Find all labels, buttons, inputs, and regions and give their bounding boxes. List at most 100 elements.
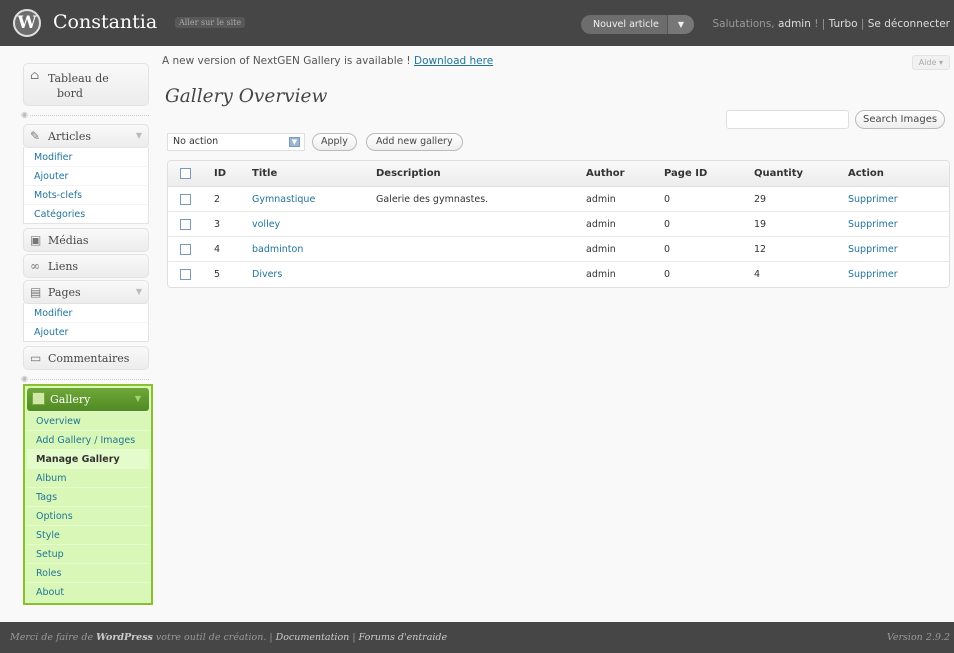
add-new-gallery-button[interactable]: Add new gallery: [366, 133, 463, 151]
forums-link[interactable]: Forums d'entraide: [359, 632, 448, 643]
submenu-item-modifier[interactable]: Modifier: [24, 303, 148, 322]
delete-link[interactable]: Supprimer: [848, 194, 898, 205]
sidebar-item-pages[interactable]: ▤ Pages ▼: [23, 280, 149, 304]
search-input[interactable]: [726, 110, 849, 129]
new-post-button[interactable]: Nouvel article ▼: [581, 15, 695, 34]
cell-title: badminton: [252, 237, 376, 261]
chevron-down-icon[interactable]: ▼: [136, 131, 142, 140]
separator-handle-icon: ◉: [21, 110, 30, 119]
new-post-dropdown-icon[interactable]: ▼: [666, 15, 695, 34]
table-row: 3 volley admin 0 19 Supprimer: [168, 212, 949, 237]
submenu-item-album[interactable]: Album: [27, 468, 149, 487]
page-title: Gallery Overview: [165, 86, 328, 107]
submenu-item-mots-clefs[interactable]: Mots-clefs: [24, 185, 148, 204]
gallery-icon: [32, 392, 45, 405]
articles-submenu: Modifier Ajouter Mots-clefs Catégories: [23, 147, 149, 224]
sidebar-item-label: Pages: [48, 286, 81, 299]
search-images-button[interactable]: Search Images: [855, 110, 946, 129]
row-checkbox-cell: [168, 237, 214, 261]
visit-site-button[interactable]: Aller sur le site: [175, 17, 246, 28]
submenu-item-add-gallery[interactable]: Add Gallery / Images: [27, 430, 149, 449]
sidebar-item-gallery: Gallery ▼ Overview Add Gallery / Images …: [23, 384, 153, 605]
submenu-item-roles[interactable]: Roles: [27, 563, 149, 582]
chevron-down-icon[interactable]: ▼: [136, 287, 142, 296]
gallery-title-link[interactable]: Gymnastique: [252, 194, 315, 205]
gallery-menu-header[interactable]: Gallery ▼: [27, 388, 149, 411]
row-checkbox-cell: [168, 262, 214, 287]
pages-icon: ▤: [30, 285, 42, 299]
admin-header: W Constantia Aller sur le site Nouvel ar…: [0, 0, 954, 46]
submenu-item-style[interactable]: Style: [27, 525, 149, 544]
sidebar-item-medias[interactable]: ▣ Médias: [23, 228, 149, 252]
submenu-item-categories[interactable]: Catégories: [24, 204, 148, 223]
row-checkbox-cell: [168, 187, 214, 211]
update-notice: A new version of NextGEN Gallery is avai…: [162, 55, 493, 67]
footer-thanks-suffix: votre outil de création. |: [152, 632, 276, 643]
submenu-item-setup[interactable]: Setup: [27, 544, 149, 563]
delete-link[interactable]: Supprimer: [848, 219, 898, 230]
table-row: 4 badminton admin 0 12 Supprimer: [168, 237, 949, 262]
sidebar-item-label: Commentaires: [48, 352, 130, 365]
sidebar-item-commentaires[interactable]: ▭ Commentaires: [23, 346, 149, 370]
select-all-checkbox[interactable]: [180, 167, 191, 179]
column-id[interactable]: ID: [214, 161, 252, 186]
cell-description: [376, 212, 586, 236]
greeting-prefix: Salutations,: [712, 18, 778, 30]
submenu-item-ajouter[interactable]: Ajouter: [24, 322, 148, 341]
row-checkbox[interactable]: [180, 269, 191, 280]
column-author[interactable]: Author: [586, 161, 664, 186]
cell-quantity: 29: [754, 194, 767, 205]
row-checkbox[interactable]: [180, 219, 191, 230]
submenu-item-manage-gallery[interactable]: Manage Gallery: [27, 449, 149, 468]
row-checkbox[interactable]: [180, 244, 191, 255]
documentation-link[interactable]: Documentation: [276, 632, 350, 643]
sidebar-item-dashboard[interactable]: ⌂ Tableau de bord: [23, 63, 149, 106]
footer-wordpress-link[interactable]: WordPress: [96, 632, 153, 643]
cell-page-id: 0: [664, 219, 671, 230]
turbo-link[interactable]: Turbo: [829, 18, 858, 30]
column-title[interactable]: Title: [252, 161, 376, 186]
bulk-action-select[interactable]: No action ▼: [167, 133, 305, 151]
submenu-item-overview[interactable]: Overview: [27, 411, 149, 430]
footer-credits: Merci de faire de WordPress votre outil …: [10, 632, 447, 643]
submenu-item-ajouter[interactable]: Ajouter: [24, 166, 148, 185]
gallery-title-link[interactable]: Divers: [252, 269, 282, 280]
submenu-item-about[interactable]: About: [27, 582, 149, 601]
apply-button[interactable]: Apply: [312, 133, 357, 151]
sidebar-item-liens[interactable]: ∞ Liens: [23, 254, 149, 278]
new-post-label[interactable]: Nouvel article: [581, 15, 667, 34]
gallery-table: ID Title Description Author Page ID Quan…: [167, 160, 950, 288]
delete-link[interactable]: Supprimer: [848, 244, 898, 255]
logout-link[interactable]: Se déconnecter: [868, 18, 950, 30]
sidebar-item-label: Articles: [48, 130, 91, 143]
user-link[interactable]: admin: [778, 18, 811, 30]
column-page-id[interactable]: Page ID: [664, 161, 754, 186]
row-checkbox-cell: [168, 212, 214, 236]
column-quantity[interactable]: Quantity: [754, 161, 848, 186]
cell-id: 2: [214, 194, 221, 205]
media-icon: ▣: [30, 233, 42, 247]
chevron-down-icon[interactable]: ▼: [289, 137, 300, 147]
sidebar-item-articles[interactable]: ✎ Articles ▼: [23, 124, 149, 148]
chevron-down-icon[interactable]: ▼: [135, 394, 141, 403]
site-title[interactable]: Constantia: [53, 11, 157, 33]
sidebar-item-label: Liens: [48, 260, 79, 273]
delete-link[interactable]: Supprimer: [848, 269, 898, 280]
submenu-item-tags[interactable]: Tags: [27, 487, 149, 506]
download-link[interactable]: Download here: [414, 55, 493, 67]
submenu-item-options[interactable]: Options: [27, 506, 149, 525]
gallery-title-link[interactable]: badminton: [252, 244, 303, 255]
column-description[interactable]: Description: [376, 161, 586, 186]
help-button[interactable]: Aide ▾: [911, 55, 950, 70]
cell-page-id: 0: [664, 244, 671, 255]
cell-quantity: 19: [754, 219, 767, 230]
gallery-title-link[interactable]: volley: [252, 219, 280, 230]
submenu-item-modifier[interactable]: Modifier: [24, 147, 148, 166]
row-checkbox[interactable]: [180, 194, 191, 205]
dashboard-label-line1: Tableau de: [48, 72, 109, 85]
wordpress-logo-icon[interactable]: W: [13, 9, 41, 37]
link-icon: ∞: [30, 259, 40, 273]
select-all-checkbox-cell: [168, 161, 214, 186]
user-greeting: Salutations, admin ! | Turbo | Se déconn…: [713, 18, 951, 30]
pages-submenu: Modifier Ajouter: [23, 303, 149, 342]
